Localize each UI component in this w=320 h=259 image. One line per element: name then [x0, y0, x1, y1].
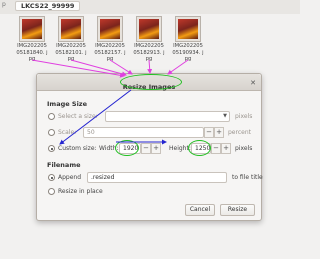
filename-heading: Filename [47, 161, 81, 169]
scale-decrement-button[interactable]: − [204, 127, 214, 138]
image-thumbnail [176, 17, 200, 41]
chevron-down-icon: ▼ [223, 113, 227, 119]
scale-unit: percent [228, 129, 251, 136]
image-thumbnail [20, 17, 44, 41]
resize-in-place-radio[interactable] [48, 188, 55, 195]
resize-images-dialog: Resize Images ✕ Image Size Select a size… [36, 73, 263, 221]
width-highlight-ellipse [115, 140, 139, 156]
append-radio[interactable] [48, 174, 55, 181]
resize-in-place-label: Resize in place [58, 188, 103, 195]
select-size-unit: pixels [235, 113, 253, 120]
file-name: IMG202205 05182157. jpg [94, 43, 126, 62]
custom-size-unit: pixels [235, 145, 253, 152]
file-name: IMG202205 05182101. jpg [55, 43, 87, 62]
height-highlight-ellipse [188, 140, 211, 156]
image-thumbnail [59, 17, 83, 41]
close-icon[interactable]: ✕ [249, 79, 257, 87]
append-suffix-label: to file title [232, 174, 263, 181]
file-name: IMG202205 05190934. jpg [172, 43, 204, 62]
select-size-dropdown[interactable]: ▼ [105, 111, 230, 122]
image-size-heading: Image Size [47, 100, 88, 108]
file-item[interactable]: IMG202205 05181840. jpg [16, 17, 48, 63]
append-label: Append [58, 174, 82, 181]
title-highlight-ellipse [120, 74, 182, 90]
custom-size-radio[interactable] [48, 145, 55, 152]
scale-input[interactable]: 50 [83, 127, 204, 138]
file-name: IMG202205 05182913. jpg [133, 43, 165, 62]
select-size-label: Select a size: [58, 113, 98, 120]
image-thumbnail [137, 17, 161, 41]
resize-button[interactable]: Resize [220, 204, 255, 216]
file-item[interactable]: IMG202205 05182913. jpg [133, 17, 165, 63]
file-item[interactable]: IMG202205 05182101. jpg [55, 17, 87, 63]
append-input[interactable]: .resized [87, 172, 227, 183]
select-size-radio[interactable] [48, 113, 55, 120]
file-item[interactable]: IMG202205 05190934. jpg [172, 17, 204, 63]
breadcrumb-folder[interactable]: LKCS22_99999 [15, 1, 81, 11]
height-increment-button[interactable]: + [221, 143, 231, 154]
tab-fragment[interactable]: p [0, 0, 14, 10]
height-decrement-button[interactable]: − [211, 143, 221, 154]
width-increment-button[interactable]: + [151, 143, 161, 154]
custom-size-label: Custom size: [58, 145, 97, 152]
scale-radio[interactable] [48, 129, 55, 136]
file-item[interactable]: IMG202205 05182157. jpg [94, 17, 126, 63]
scale-label: Scale: [58, 129, 77, 136]
width-decrement-button[interactable]: − [141, 143, 151, 154]
file-name: IMG202205 05181840. jpg [16, 43, 48, 62]
cancel-button[interactable]: Cancel [185, 204, 215, 216]
scale-increment-button[interactable]: + [214, 127, 224, 138]
image-thumbnail [98, 17, 122, 41]
